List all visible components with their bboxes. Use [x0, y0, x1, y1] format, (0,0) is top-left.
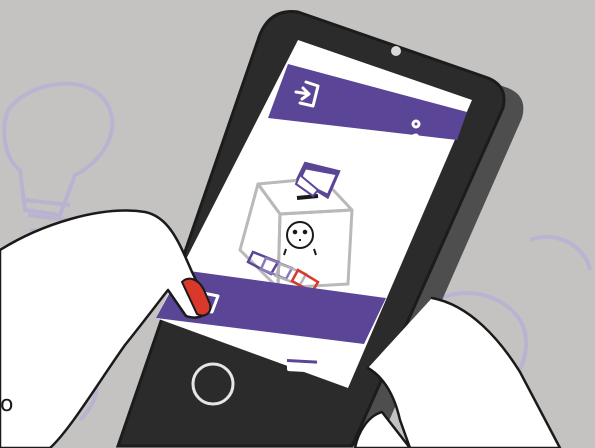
front-camera — [391, 46, 401, 56]
phone-illustration-scene — [0, 10, 592, 448]
corner-glyph: o — [0, 392, 14, 417]
home-button[interactable] — [191, 362, 235, 406]
ballot-slot — [296, 194, 319, 200]
lightbulb-doodle-right-2 — [529, 234, 592, 271]
lightbulb-doodle-left — [2, 81, 115, 218]
id-card-icon[interactable] — [287, 353, 317, 373]
